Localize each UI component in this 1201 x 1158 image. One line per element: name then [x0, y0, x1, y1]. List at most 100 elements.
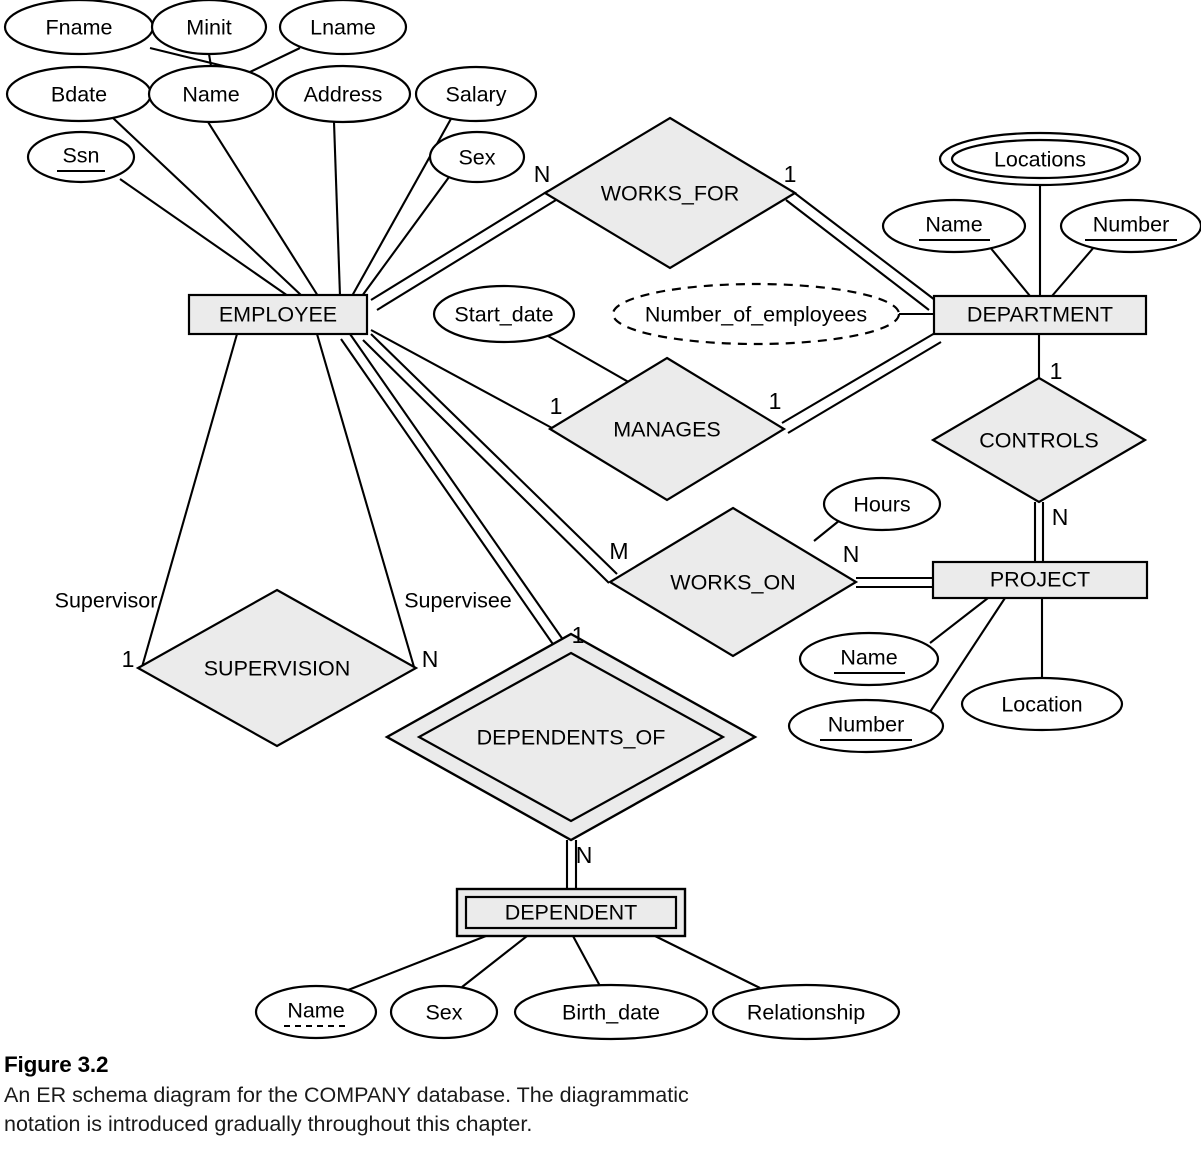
attribute-project-location[interactable]: Location: [960, 676, 1124, 732]
relationship-controls[interactable]: CONTROLS: [930, 376, 1148, 504]
relationship-manages[interactable]: MANAGES: [547, 356, 787, 502]
line-name-to-lname: [249, 47, 301, 73]
start-date-label: Start_date: [454, 303, 553, 327]
attribute-birth-date[interactable]: Birth_date: [513, 983, 709, 1041]
attribute-fname[interactable]: Fname: [3, 0, 155, 56]
number-of-employees-label: Number_of_employees: [645, 303, 867, 327]
fname-label: Fname: [46, 16, 113, 40]
entity-project[interactable]: PROJECT: [931, 560, 1149, 600]
cardinality-supervision-supervisee: N: [422, 646, 439, 672]
cardinality-manages-employee: 1: [550, 393, 563, 419]
attribute-sex[interactable]: Sex: [428, 130, 526, 184]
figure-description: An ER schema diagram for the COMPANY dat…: [4, 1083, 689, 1136]
entity-employee[interactable]: EMPLOYEE: [187, 293, 369, 336]
role-label-supervisee: Supervisee: [404, 589, 512, 613]
works-for-label: WORKS_FOR: [601, 182, 740, 206]
cardinality-dependents-of-dependent: N: [576, 842, 593, 868]
cardinality-works-for-employee: N: [534, 161, 551, 187]
address-label: Address: [304, 83, 383, 107]
ssn-label: Ssn: [62, 144, 99, 168]
line-employee-address: [332, 121, 342, 297]
attribute-project-name[interactable]: Name: [798, 631, 940, 687]
attribute-lname[interactable]: Lname: [278, 0, 408, 56]
attribute-employee-name[interactable]: Name: [147, 64, 275, 124]
line-employee-bdate: [112, 117, 303, 297]
employee-name-label: Name: [182, 83, 239, 107]
er-diagram-canvas: WORKS_FOR MANAGES CONTROLS WORKS_ON SUPE…: [0, 0, 1201, 1045]
attribute-salary[interactable]: Salary: [414, 65, 538, 123]
attribute-department-number[interactable]: Number: [1059, 198, 1201, 254]
minit-label: Minit: [186, 16, 231, 40]
er-diagram-svg: WORKS_FOR MANAGES CONTROLS WORKS_ON SUPE…: [3, 0, 1201, 1041]
line-employee-supervision-supervisor: [140, 333, 239, 668]
attribute-department-name[interactable]: Name: [881, 198, 1027, 254]
cardinality-dependents-of-employee: 1: [572, 622, 585, 648]
supervision-label: SUPERVISION: [204, 657, 351, 681]
attribute-bdate[interactable]: Bdate: [5, 65, 153, 123]
attribute-ssn[interactable]: Ssn: [26, 130, 136, 184]
entity-dependent[interactable]: DEPENDENT: [455, 887, 687, 938]
dependent-name-label: Name: [287, 999, 344, 1023]
attribute-dependent-name[interactable]: Name: [254, 984, 378, 1040]
project-label: PROJECT: [990, 568, 1090, 592]
line-employee-name: [207, 121, 319, 297]
lname-label: Lname: [310, 16, 376, 40]
line-department-name: [988, 245, 1031, 297]
line-department-number: [1051, 245, 1096, 297]
attribute-hours[interactable]: Hours: [822, 476, 942, 532]
line-employee-worksfor-a: [370, 190, 549, 301]
role-label-supervisor: Supervisor: [55, 589, 158, 613]
attribute-relationship[interactable]: Relationship: [711, 983, 901, 1041]
cardinality-works-on-project: N: [843, 541, 860, 567]
salary-label: Salary: [446, 83, 507, 107]
attribute-start-date[interactable]: Start_date: [432, 284, 576, 344]
department-label: DEPARTMENT: [967, 303, 1113, 327]
attribute-project-number[interactable]: Number: [787, 698, 945, 754]
cardinality-manages-department: 1: [769, 388, 782, 414]
dependent-sex-label: Sex: [425, 1001, 462, 1025]
relationship-label: Relationship: [747, 1001, 865, 1025]
dependent-label: DEPENDENT: [505, 901, 638, 925]
dependents-of-label: DEPENDENTS_OF: [477, 726, 666, 750]
relationship-dependents-of[interactable]: DEPENDENTS_OF: [384, 632, 758, 842]
cardinality-supervision-supervisor: 1: [122, 646, 135, 672]
project-name-label: Name: [840, 646, 897, 670]
bdate-label: Bdate: [51, 83, 107, 107]
cardinality-controls-project: N: [1052, 504, 1069, 530]
department-name-label: Name: [925, 213, 982, 237]
relationship-supervision[interactable]: SUPERVISION: [135, 588, 419, 748]
line-manages-department-b: [787, 341, 942, 434]
line-employee-ssn: [119, 178, 289, 297]
project-location-label: Location: [1001, 693, 1082, 717]
cardinality-controls-department: 1: [1050, 358, 1063, 384]
line-employee-manages: [370, 329, 553, 429]
line-dependent-relationship: [654, 935, 761, 989]
line-dependent-name: [342, 935, 487, 993]
line-employee-workson-a: [370, 333, 618, 575]
birth-date-label: Birth_date: [562, 1001, 660, 1025]
locations-label: Locations: [994, 148, 1086, 172]
line-manages-department-a: [781, 332, 936, 424]
manages-label: MANAGES: [613, 418, 721, 442]
department-number-label: Number: [1093, 213, 1169, 237]
sex-label: Sex: [458, 146, 495, 170]
line-dependent-sex: [461, 935, 528, 988]
attribute-dependent-sex[interactable]: Sex: [389, 984, 499, 1040]
entity-department[interactable]: DEPARTMENT: [932, 294, 1148, 336]
controls-label: CONTROLS: [979, 429, 1098, 453]
attribute-minit[interactable]: Minit: [150, 0, 268, 56]
works-on-label: WORKS_ON: [670, 571, 795, 595]
line-employee-supervision-supervisee: [315, 333, 416, 668]
relationship-works-for[interactable]: WORKS_FOR: [542, 116, 798, 270]
line-name-to-minit: [207, 53, 213, 67]
project-number-label: Number: [828, 713, 904, 737]
attribute-address[interactable]: Address: [274, 64, 412, 124]
cardinality-works-on-employee: M: [609, 538, 628, 564]
relationship-works-on[interactable]: WORKS_ON: [607, 506, 859, 658]
figure-caption: Figure 3.2 An ER schema diagram for the …: [0, 1052, 1201, 1138]
attribute-locations[interactable]: Locations: [938, 131, 1142, 187]
attribute-number-of-employees[interactable]: Number_of_employees: [611, 282, 901, 346]
figure-number: Figure 3.2: [4, 1052, 109, 1077]
cardinality-works-for-department: 1: [784, 161, 797, 187]
hours-label: Hours: [853, 493, 910, 517]
